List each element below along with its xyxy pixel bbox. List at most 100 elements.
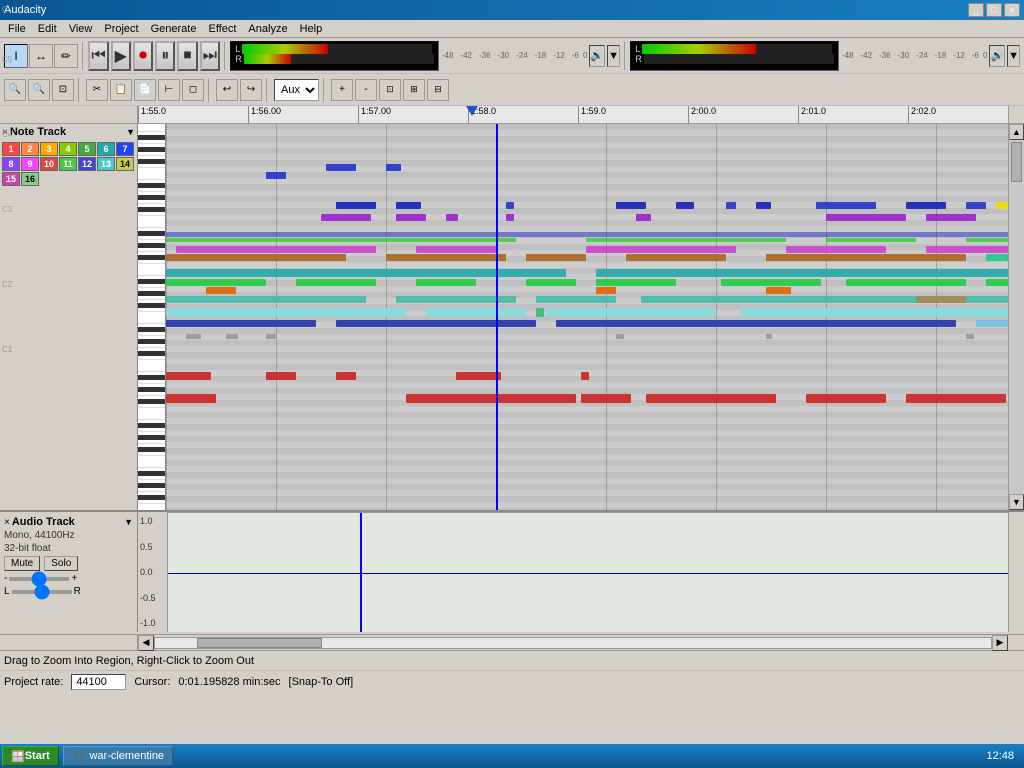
midi-ch-16[interactable]: 16 bbox=[21, 172, 39, 186]
menu-project[interactable]: Project bbox=[98, 22, 144, 36]
midi-ch-8[interactable]: 8 bbox=[2, 157, 20, 171]
maximize-button[interactable]: □ bbox=[986, 3, 1002, 17]
note-gr-8 bbox=[986, 279, 1008, 286]
ruler-mark-5: 2:00.0 bbox=[688, 106, 716, 123]
midi-ch-2[interactable]: 2 bbox=[21, 142, 39, 156]
zoom-fit2-btn[interactable]: ⊟ bbox=[427, 79, 449, 101]
taskbar-audacity[interactable]: 🎵 war-clementine bbox=[63, 746, 173, 766]
zoom-fit-btn[interactable]: ⊞ bbox=[403, 79, 425, 101]
undo-btn[interactable]: ↩ bbox=[216, 79, 238, 101]
midi-ch-6[interactable]: 6 bbox=[97, 142, 115, 156]
zoom-out-t-btn[interactable]: - bbox=[355, 79, 377, 101]
silence-btn[interactable]: ◻ bbox=[182, 79, 204, 101]
timeline-ruler-area[interactable]: 1:55.0 1:56.00 1:57.00 1:58.0 1:59.0 2:0… bbox=[138, 106, 1008, 123]
close-button[interactable]: × bbox=[1004, 3, 1020, 17]
midi-ch-9[interactable]: 9 bbox=[21, 157, 39, 171]
audio-track-vscroll[interactable] bbox=[1008, 512, 1024, 632]
zoom-in-btn[interactable]: 🔍 bbox=[4, 79, 26, 101]
midi-ch-11[interactable]: 11 bbox=[59, 157, 77, 171]
redo-btn[interactable]: ↪ bbox=[240, 79, 262, 101]
project-rate-value[interactable]: 44100 bbox=[71, 674, 126, 690]
menu-view[interactable]: View bbox=[63, 22, 99, 36]
note-red-5 bbox=[581, 372, 589, 380]
note-pm-1 bbox=[176, 246, 376, 253]
snap-label: [Snap-To Off] bbox=[289, 676, 354, 688]
trim-btn[interactable]: ⊢ bbox=[158, 79, 180, 101]
note-track-vscroll[interactable]: ▲ ▼ bbox=[1008, 124, 1024, 510]
select-all-btn[interactable]: ⊡ bbox=[52, 79, 74, 101]
zoom-in-t-btn[interactable]: + bbox=[331, 79, 353, 101]
toolbar2-sep4 bbox=[323, 78, 327, 102]
midi-ch-14[interactable]: 14 bbox=[116, 157, 134, 171]
rewind-button[interactable]: ⏮ bbox=[88, 41, 108, 71]
aux-select[interactable]: Aux bbox=[274, 79, 319, 101]
grid-line-6 bbox=[826, 124, 827, 510]
hscroll-left-btn[interactable]: ◀ bbox=[138, 635, 154, 651]
menu-bar: File Edit View Project Generate Effect A… bbox=[0, 20, 1024, 38]
note-track-dropdown[interactable]: ▼ bbox=[126, 127, 135, 137]
menu-effect[interactable]: Effect bbox=[202, 22, 242, 36]
note-tc-6 bbox=[916, 296, 966, 303]
note-br-2 bbox=[386, 254, 506, 261]
note-db-6 bbox=[726, 202, 736, 209]
hscroll-right-btn[interactable]: ▶ bbox=[992, 635, 1008, 651]
zoom-out-btn[interactable]: 🔍 bbox=[28, 79, 50, 101]
start-button[interactable]: 🪟 Start bbox=[2, 746, 59, 766]
note-gr-6 bbox=[721, 279, 821, 286]
taskbar: 🪟 Start 🎵 war-clementine 12:48 bbox=[0, 744, 1024, 768]
audio-track-header: × Audio Track ▼ bbox=[4, 516, 133, 528]
input-gain-btn[interactable]: 🔊 bbox=[589, 45, 605, 67]
vscroll-thumb[interactable] bbox=[1011, 142, 1022, 182]
mute-button[interactable]: Mute bbox=[4, 556, 40, 571]
midi-ch-12[interactable]: 12 bbox=[78, 157, 96, 171]
vscroll-up-btn[interactable]: ▲ bbox=[1009, 124, 1024, 140]
cut-btn[interactable]: ✂ bbox=[86, 79, 108, 101]
vscroll-down-btn[interactable]: ▼ bbox=[1009, 494, 1024, 510]
midi-ch-13[interactable]: 13 bbox=[97, 157, 115, 171]
menu-help[interactable]: Help bbox=[294, 22, 329, 36]
midi-ch-1[interactable]: 1 bbox=[2, 142, 20, 156]
output-gain-btn[interactable]: 🔊 bbox=[989, 45, 1005, 67]
midi-ch-15[interactable]: 15 bbox=[2, 172, 20, 186]
menu-analyze[interactable]: Analyze bbox=[242, 22, 293, 36]
note-track-content[interactable] bbox=[166, 124, 1008, 510]
hscroll-bar[interactable] bbox=[154, 637, 992, 649]
hscroll-thumb[interactable] bbox=[197, 638, 322, 648]
audio-track-close[interactable]: × bbox=[4, 517, 10, 528]
output-dropdown-btn[interactable]: ▼ bbox=[1007, 45, 1020, 67]
menu-edit[interactable]: Edit bbox=[32, 22, 63, 36]
input-r-label: R bbox=[235, 54, 242, 64]
gain-slider[interactable] bbox=[9, 577, 69, 581]
pause-button[interactable]: ⏸ bbox=[155, 41, 175, 71]
zoom-sel-btn[interactable]: ⊡ bbox=[379, 79, 401, 101]
paste-btn[interactable]: 📄 bbox=[134, 79, 156, 101]
note-db-9 bbox=[906, 202, 946, 209]
record-button[interactable]: ⏺ bbox=[133, 41, 153, 71]
midi-ch-5[interactable]: 5 bbox=[78, 142, 96, 156]
note-or-2 bbox=[596, 287, 616, 294]
cursor-value: 0:01.195828 min:sec bbox=[178, 676, 280, 688]
stop-button[interactable]: ⏹ bbox=[177, 41, 197, 71]
menu-file[interactable]: File bbox=[2, 22, 32, 36]
play-button[interactable]: ▶ bbox=[111, 41, 131, 71]
pan-slider[interactable] bbox=[12, 590, 72, 594]
midi-ch-4[interactable]: 4 bbox=[59, 142, 77, 156]
forward-button[interactable]: ⏭ bbox=[200, 41, 220, 71]
audio-waveform[interactable] bbox=[168, 512, 1008, 632]
midi-ch-3[interactable]: 3 bbox=[40, 142, 58, 156]
menu-generate[interactable]: Generate bbox=[145, 22, 203, 36]
hscroll-track[interactable] bbox=[154, 635, 992, 650]
note-gr-1 bbox=[166, 279, 266, 286]
copy-btn[interactable]: 📋 bbox=[110, 79, 132, 101]
midi-ch-10[interactable]: 10 bbox=[40, 157, 58, 171]
select-tool[interactable]: ↔ bbox=[29, 44, 53, 68]
input-dropdown-btn[interactable]: ▼ bbox=[607, 45, 620, 67]
input-l-label: L bbox=[235, 44, 240, 54]
audio-track-dropdown[interactable]: ▼ bbox=[124, 517, 133, 527]
output-db-scale: -48-42-36-30-24-18-12-60 bbox=[842, 51, 988, 60]
solo-button[interactable]: Solo bbox=[44, 556, 78, 571]
draw-tool[interactable]: ✏ bbox=[54, 44, 78, 68]
midi-ch-7[interactable]: 7 bbox=[116, 142, 134, 156]
minimize-button[interactable]: _ bbox=[968, 3, 984, 17]
note-dense-5 bbox=[966, 238, 1008, 242]
